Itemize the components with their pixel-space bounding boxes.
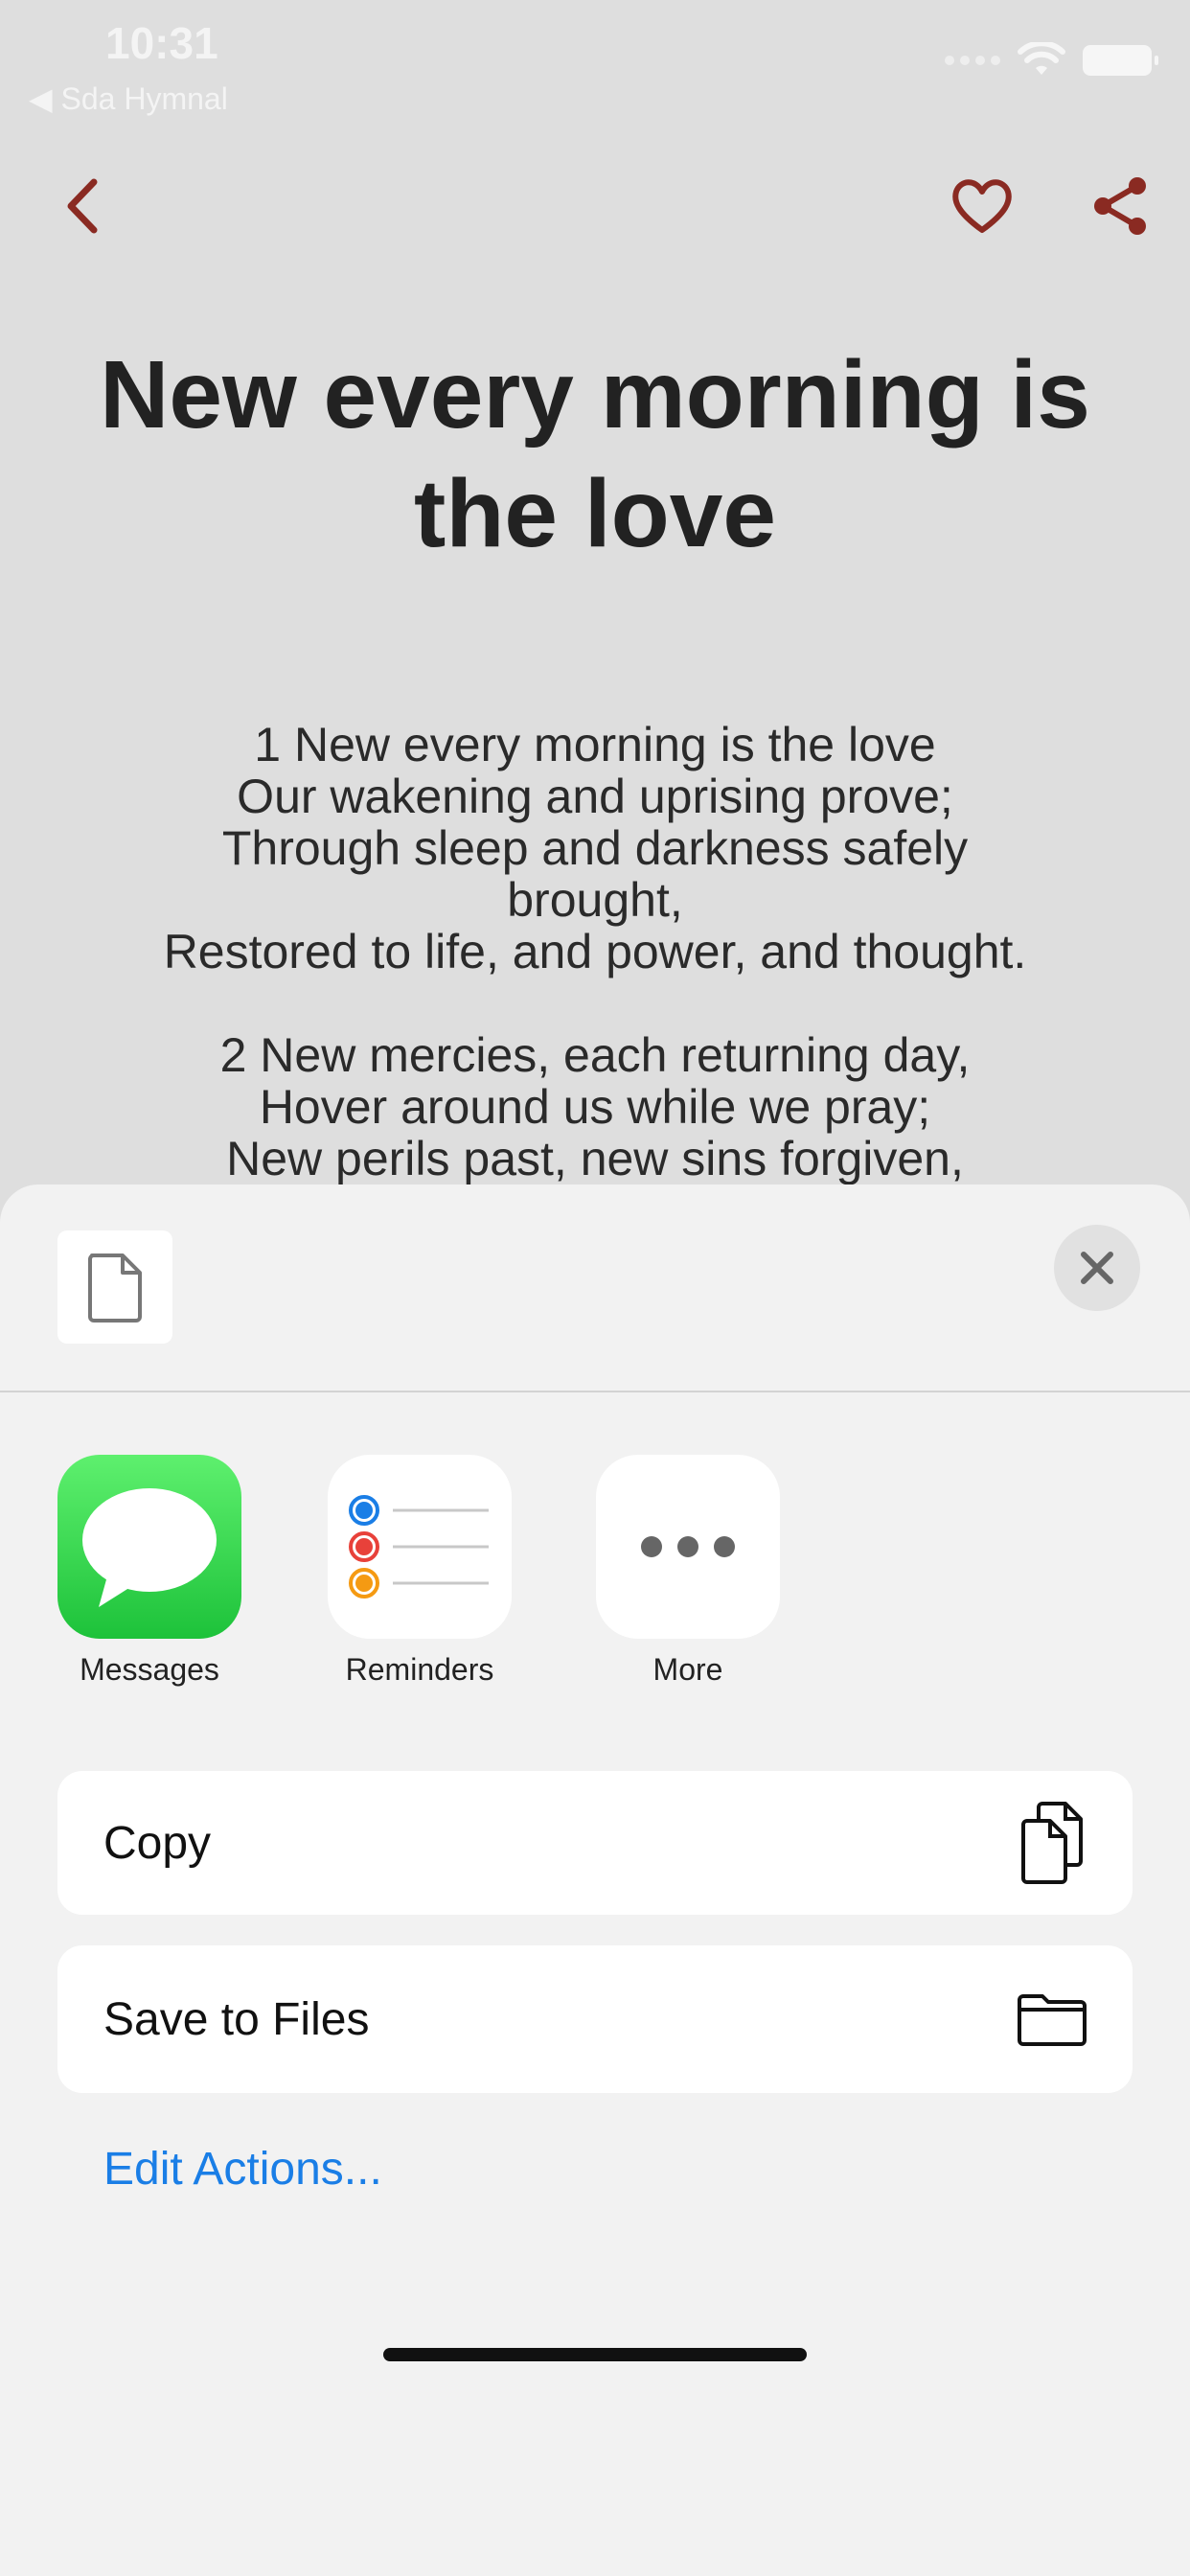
lyric-line: 1 New every morning is the love xyxy=(254,718,936,771)
folder-icon xyxy=(1018,1994,1087,2046)
wifi-icon xyxy=(1018,42,1065,75)
share-icon[interactable] xyxy=(1087,172,1155,240)
status-time: 10:31 xyxy=(105,18,218,68)
document-icon xyxy=(88,1254,142,1322)
home-indicator[interactable] xyxy=(383,2348,807,2361)
more-icon xyxy=(596,1455,780,1639)
hymn-title: New every morning is the love xyxy=(100,341,1090,567)
share-sheet: Messages Reminders More Copy Save to Fil… xyxy=(0,1184,1190,2576)
sheet-divider xyxy=(0,1391,1190,1392)
hymn-lyrics: 1 New every morning is the love Our wake… xyxy=(77,719,1113,1184)
copy-icon xyxy=(1021,1802,1083,1884)
lyric-line: Through sleep and darkness safely xyxy=(221,821,969,875)
lyric-line: Restored to life, and power, and thought… xyxy=(163,925,1027,978)
lyric-line: New perils past, new sins forgiven, xyxy=(226,1132,964,1185)
share-app-label: More xyxy=(652,1652,723,1687)
share-app-messages[interactable]: Messages xyxy=(57,1455,241,1688)
status-indicators xyxy=(945,42,1158,79)
battery-icon xyxy=(1083,45,1158,76)
share-app-reminders[interactable]: Reminders xyxy=(328,1455,512,1688)
edit-actions-link[interactable]: Edit Actions... xyxy=(103,2143,382,2196)
signal-icon xyxy=(945,56,1000,65)
favorite-heart-icon[interactable] xyxy=(949,172,1016,240)
shared-item-preview xyxy=(57,1230,172,1344)
action-label: Copy xyxy=(103,1817,212,1869)
copy-action[interactable]: Copy xyxy=(57,1771,1133,1915)
lyric-line: 2 New mercies, each returning day, xyxy=(219,1028,971,1082)
reminders-icon xyxy=(328,1455,512,1639)
share-app-more[interactable]: More xyxy=(596,1455,780,1688)
close-icon xyxy=(1081,1252,1113,1284)
stanza-gap xyxy=(77,978,1113,1029)
lyric-line: Our wakening and uprising prove; xyxy=(237,770,953,823)
share-app-label: Reminders xyxy=(345,1652,494,1687)
share-app-row: Messages Reminders More xyxy=(0,1455,1190,1704)
close-button[interactable] xyxy=(1054,1225,1140,1311)
action-label: Save to Files xyxy=(103,1993,370,2045)
back-to-app-link[interactable]: ◀ Sda Hymnal xyxy=(29,80,228,117)
lyric-line: Hover around us while we pray; xyxy=(259,1080,931,1134)
messages-icon xyxy=(57,1455,241,1639)
share-app-label: Messages xyxy=(80,1652,219,1687)
back-chevron-icon[interactable] xyxy=(57,172,115,240)
save-to-files-action[interactable]: Save to Files xyxy=(57,1945,1133,2093)
hymn-screen: 10:31 ◀ Sda Hymnal New every morning is … xyxy=(0,0,1190,1246)
lyric-line: brought, xyxy=(507,873,683,927)
